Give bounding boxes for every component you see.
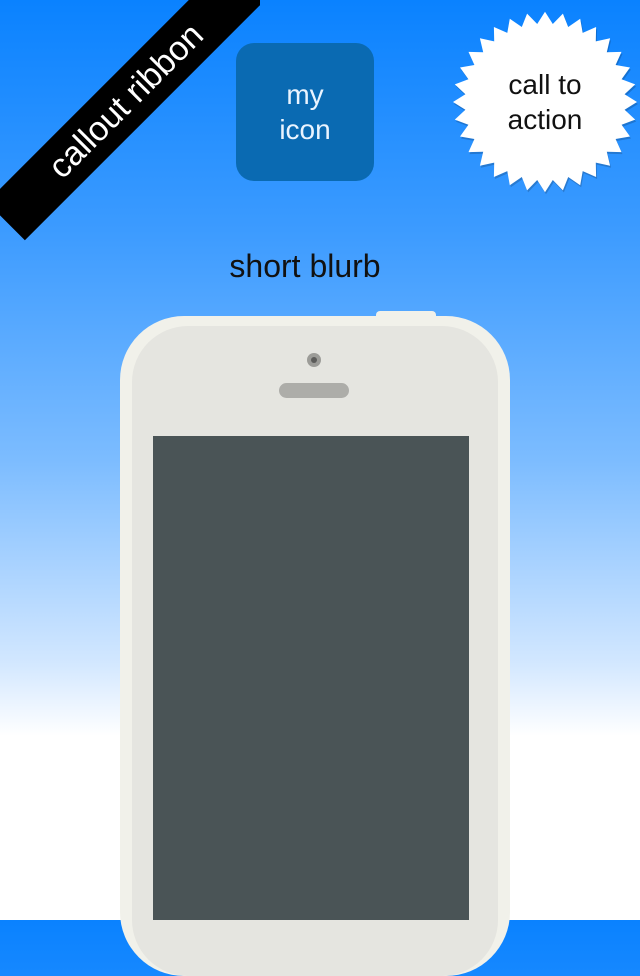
app-icon-label-line1: my	[286, 79, 324, 110]
callout-ribbon: callout ribbon	[0, 0, 260, 241]
phone-screen	[153, 436, 469, 920]
badge-text: call to action	[449, 8, 640, 196]
app-icon-label-line2: icon	[279, 114, 331, 145]
callout-ribbon-container: callout ribbon	[0, 0, 260, 260]
phone-camera-icon	[307, 353, 321, 367]
badge-label-line1: call to	[508, 69, 582, 100]
call-to-action-badge[interactable]: call to action	[449, 8, 640, 196]
short-blurb: short blurb	[229, 248, 381, 284]
phone-speaker-icon	[279, 383, 349, 398]
app-icon: my icon	[236, 43, 374, 181]
badge-label-line2: action	[507, 104, 583, 135]
